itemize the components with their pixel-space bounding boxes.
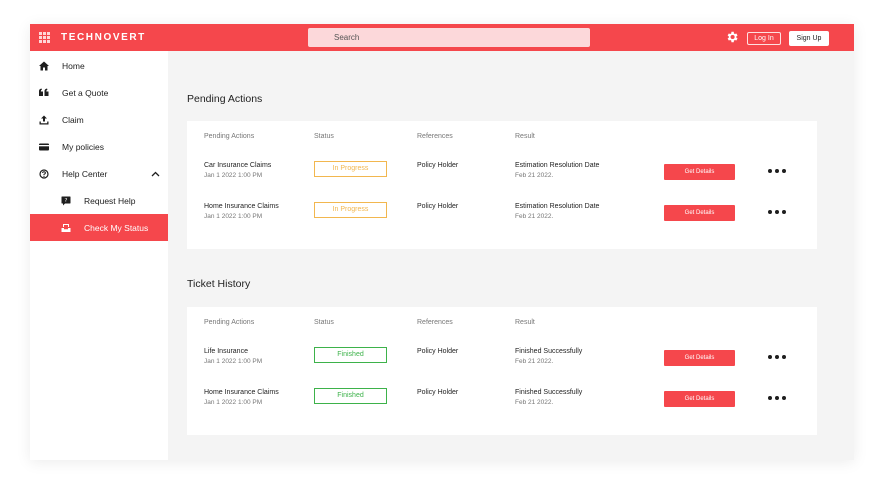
column-header: References [417, 319, 453, 326]
pending-actions-card: Pending Actions Status References Result… [187, 121, 817, 249]
svg-text:?: ? [65, 198, 68, 204]
more-options-icon[interactable] [768, 210, 786, 214]
sidebar-item-home[interactable]: Home [30, 52, 168, 79]
chat-help-icon: ? [61, 196, 71, 205]
column-header: Pending Actions [204, 319, 255, 326]
row-result-date: Feb 21 2022. [515, 358, 554, 365]
row-name: Home Insurance Claims [204, 389, 279, 396]
sidebar-item-label: Claim [62, 114, 84, 125]
status-badge: Finished [314, 347, 387, 363]
row-result-date: Feb 21 2022. [515, 213, 554, 220]
status-badge: In Progress [314, 161, 387, 177]
row-name: Life Insurance [204, 348, 248, 355]
chevron-up-icon[interactable] [151, 171, 160, 177]
row-date: Jan 1 2022 1:00 PM [204, 358, 263, 365]
brand-logo: TECHNOVERT [61, 32, 146, 43]
pending-actions-title: Pending Actions [187, 93, 263, 105]
sidebar-item-label: Check My Status [84, 222, 149, 233]
row-result-date: Feb 21 2022. [515, 172, 554, 179]
sidebar-item-get-a-quote[interactable]: Get a Quote [30, 79, 168, 106]
help-center-icon [39, 168, 49, 179]
app-grid-icon[interactable] [39, 32, 50, 43]
sidebar-item-label: Get a Quote [62, 87, 109, 98]
row-result: Estimation Resolution Date [515, 203, 600, 210]
get-details-button[interactable]: Get Details [664, 391, 735, 407]
row-reference: Policy Holder [417, 389, 459, 396]
row-date: Jan 1 2022 1:00 PM [204, 172, 263, 179]
ticket-history-title: Ticket History [187, 278, 251, 290]
row-result: Estimation Resolution Date [515, 162, 600, 169]
more-options-icon[interactable] [768, 169, 786, 173]
more-options-icon[interactable] [768, 355, 786, 359]
top-bar: TECHNOVERT Search Log In Sign Up [30, 24, 854, 51]
status-icon [61, 223, 71, 232]
column-header: Status [314, 319, 334, 326]
sidebar-item-my-policies[interactable]: My policies [30, 133, 168, 160]
row-reference: Policy Holder [417, 348, 459, 355]
status-badge: Finished [314, 388, 387, 404]
row-result: Finished Successfully [515, 389, 583, 396]
sidebar-item-request-help[interactable]: ? Request Help [30, 187, 168, 214]
column-header: References [417, 133, 453, 140]
row-date: Jan 1 2022 1:00 PM [204, 213, 263, 220]
get-details-button[interactable]: Get Details [664, 164, 735, 180]
row-reference: Policy Holder [417, 203, 459, 210]
app-window: TECHNOVERT Search Log In Sign Up Home Ge… [30, 24, 854, 460]
search-input[interactable]: Search [308, 28, 590, 47]
row-result-date: Feb 21 2022. [515, 399, 554, 406]
get-details-button[interactable]: Get Details [664, 350, 735, 366]
sidebar-item-label: Request Help [84, 195, 136, 206]
column-header: Result [515, 133, 535, 140]
sidebar-item-claim[interactable]: Claim [30, 106, 168, 133]
home-icon [39, 61, 49, 70]
quote-icon [39, 88, 49, 96]
row-name: Car Insurance Claims [204, 162, 272, 169]
column-header: Pending Actions [204, 133, 255, 140]
ticket-history-card: Pending Actions Status References Result… [187, 307, 817, 435]
column-header: Result [515, 319, 535, 326]
status-badge: In Progress [314, 202, 387, 218]
more-options-icon[interactable] [768, 396, 786, 400]
sidebar-item-help-center[interactable]: Help Center [30, 160, 168, 187]
sidebar: Home Get a Quote Claim My policies Help … [30, 51, 168, 460]
column-header: Status [314, 133, 334, 140]
row-result: Finished Successfully [515, 348, 583, 355]
card-icon [39, 143, 49, 150]
sidebar-item-check-my-status[interactable]: Check My Status [30, 214, 168, 241]
signup-button[interactable]: Sign Up [789, 31, 829, 46]
get-details-button[interactable]: Get Details [664, 205, 735, 221]
gear-icon[interactable] [725, 30, 739, 44]
upload-icon [39, 115, 49, 124]
login-button[interactable]: Log In [747, 32, 781, 45]
row-reference: Policy Holder [417, 162, 459, 169]
row-date: Jan 1 2022 1:00 PM [204, 399, 263, 406]
sidebar-item-label: Home [62, 60, 85, 71]
row-name: Home Insurance Claims [204, 203, 279, 210]
sidebar-item-label: My policies [62, 141, 105, 152]
sidebar-item-label: Help Center [62, 168, 108, 179]
